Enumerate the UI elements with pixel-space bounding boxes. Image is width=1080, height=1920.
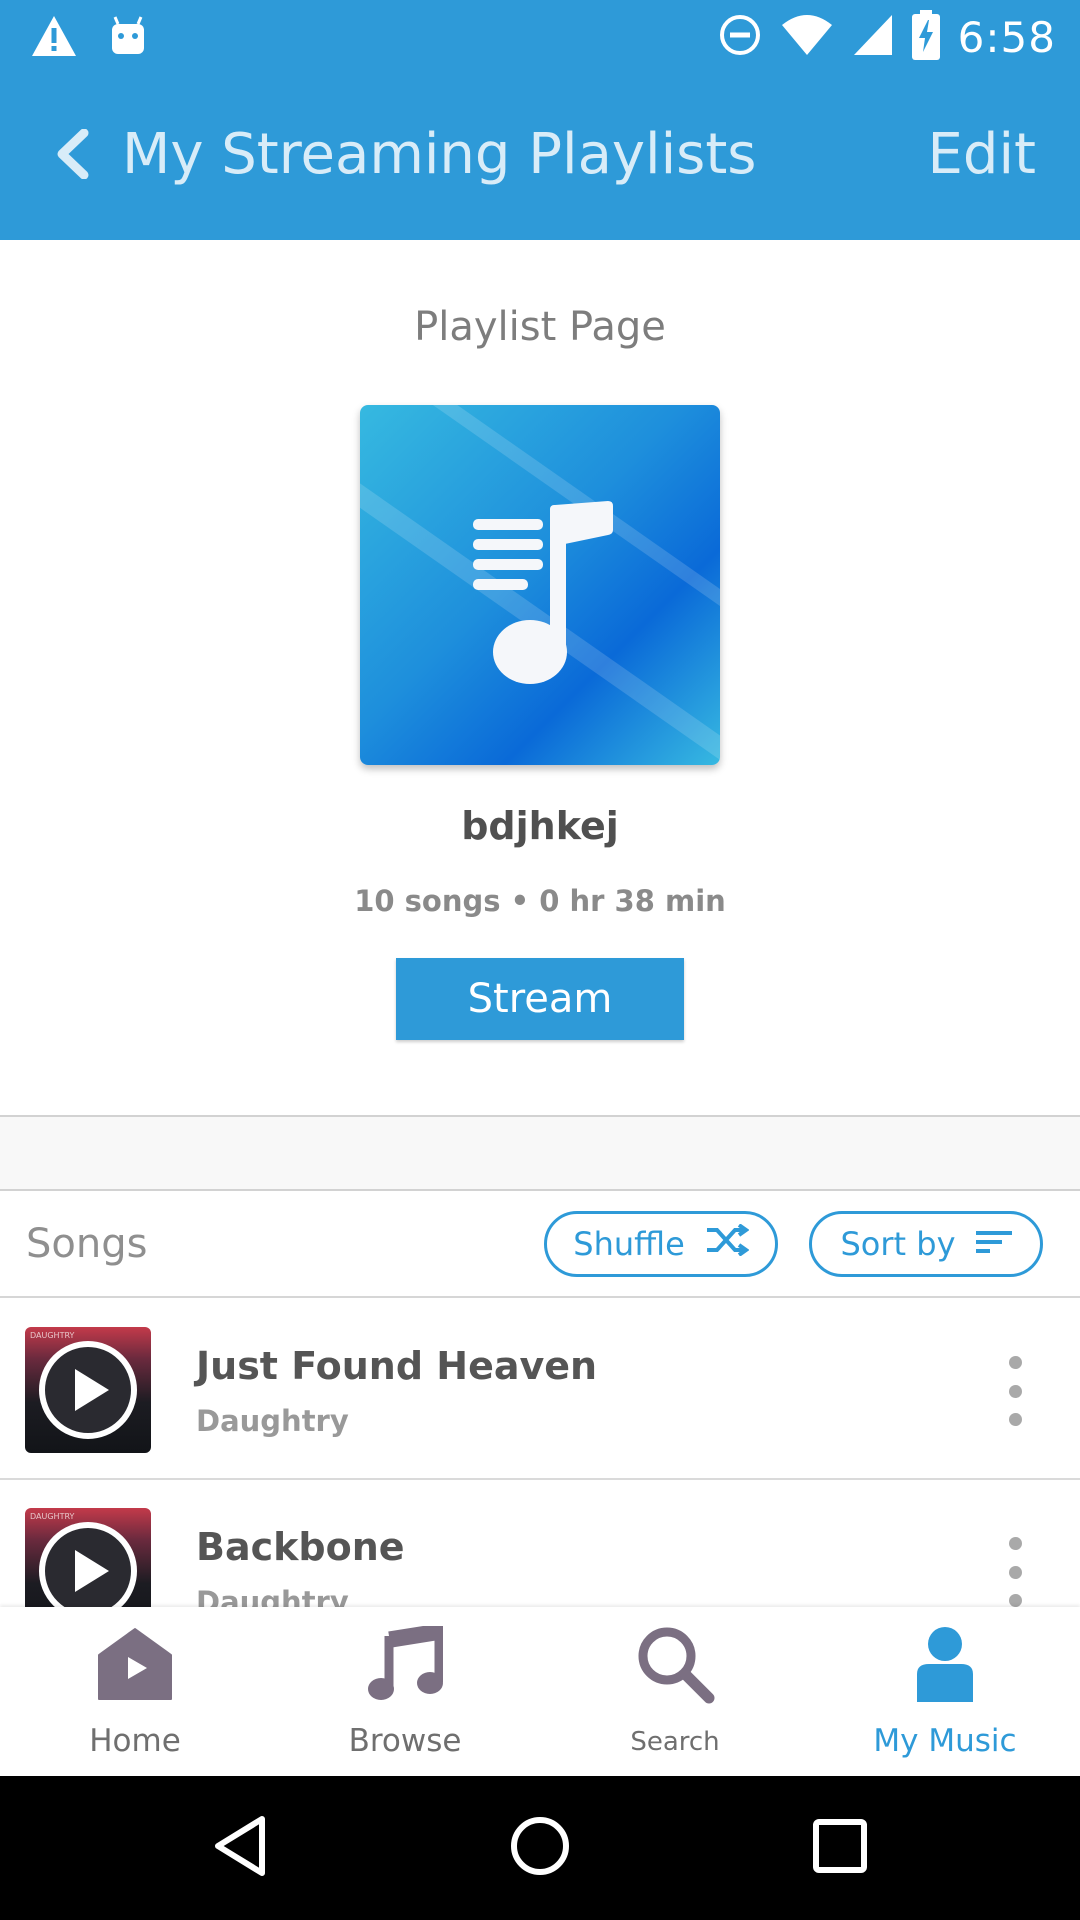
nav-browse-label: Browse <box>348 1723 462 1759</box>
shuffle-button[interactable]: Shuffle <box>544 1211 778 1277</box>
shuffle-icon <box>705 1223 750 1264</box>
song-title: Backbone <box>196 1525 405 1569</box>
status-time: 6:58 <box>957 13 1056 62</box>
playlist-music-icon <box>360 405 720 765</box>
album-thumbnail[interactable]: DAUGHTRY <box>25 1327 151 1453</box>
more-options-button[interactable] <box>1000 1537 1030 1607</box>
song-title: Just Found Heaven <box>196 1344 598 1388</box>
music-note-icon <box>367 1622 444 1707</box>
do-not-disturb-icon <box>718 13 762 62</box>
bottom-navigation: Home Browse Search My Music <box>0 1607 1080 1776</box>
edit-button[interactable]: Edit <box>928 122 1036 187</box>
more-vert-icon <box>1008 1537 1022 1550</box>
warning-icon <box>30 14 78 63</box>
chevron-left-icon <box>54 128 90 184</box>
stream-button[interactable]: Stream <box>396 958 684 1040</box>
status-bar: 6:58 <box>0 0 1080 72</box>
nav-browse[interactable]: Browse <box>270 1607 540 1776</box>
system-recents-button[interactable] <box>800 1808 880 1888</box>
songs-header: Songs Shuffle Sort by <box>0 1191 1080 1298</box>
nav-home[interactable]: Home <box>0 1607 270 1776</box>
playlist-artwork <box>360 405 720 765</box>
system-home-button[interactable] <box>500 1808 580 1888</box>
more-options-button[interactable] <box>1000 1356 1030 1426</box>
more-vert-icon <box>1008 1356 1022 1369</box>
home-circle-icon <box>509 1815 571 1882</box>
back-triangle-icon <box>212 1815 268 1882</box>
back-button[interactable] <box>44 124 100 188</box>
recents-square-icon <box>813 1818 867 1878</box>
system-back-button[interactable] <box>200 1808 280 1888</box>
home-icon <box>97 1627 173 1706</box>
nav-my-music-label: My Music <box>873 1723 1017 1759</box>
playlist-meta: 10 songs • 0 hr 38 min <box>354 884 726 918</box>
playlist-name: bdjhkej <box>461 804 619 848</box>
section-divider <box>0 1115 1080 1191</box>
shuffle-label: Shuffle <box>573 1225 685 1263</box>
system-navigation-bar <box>0 1776 1080 1920</box>
cell-signal-icon <box>852 13 894 62</box>
sort-label: Sort by <box>840 1225 956 1263</box>
nav-search[interactable]: Search <box>540 1607 810 1776</box>
song-artist: Daughtry <box>196 1404 349 1438</box>
sort-icon <box>975 1225 1012 1263</box>
search-icon <box>635 1624 715 1709</box>
nav-home-label: Home <box>89 1723 181 1759</box>
android-icon <box>108 14 148 63</box>
list-item[interactable]: DAUGHTRY Just Found Heaven Daughtry <box>0 1300 1080 1480</box>
page-label: Playlist Page <box>414 304 666 350</box>
sort-by-button[interactable]: Sort by <box>809 1211 1043 1277</box>
person-icon <box>917 1626 973 1707</box>
nav-search-label: Search <box>630 1727 720 1757</box>
wifi-icon <box>780 13 834 62</box>
app-bar: My Streaming Playlists Edit <box>0 72 1080 240</box>
page-title: My Streaming Playlists <box>122 122 757 187</box>
songs-label: Songs <box>26 1221 148 1267</box>
nav-my-music[interactable]: My Music <box>810 1607 1080 1776</box>
battery-charging-icon <box>911 10 940 65</box>
